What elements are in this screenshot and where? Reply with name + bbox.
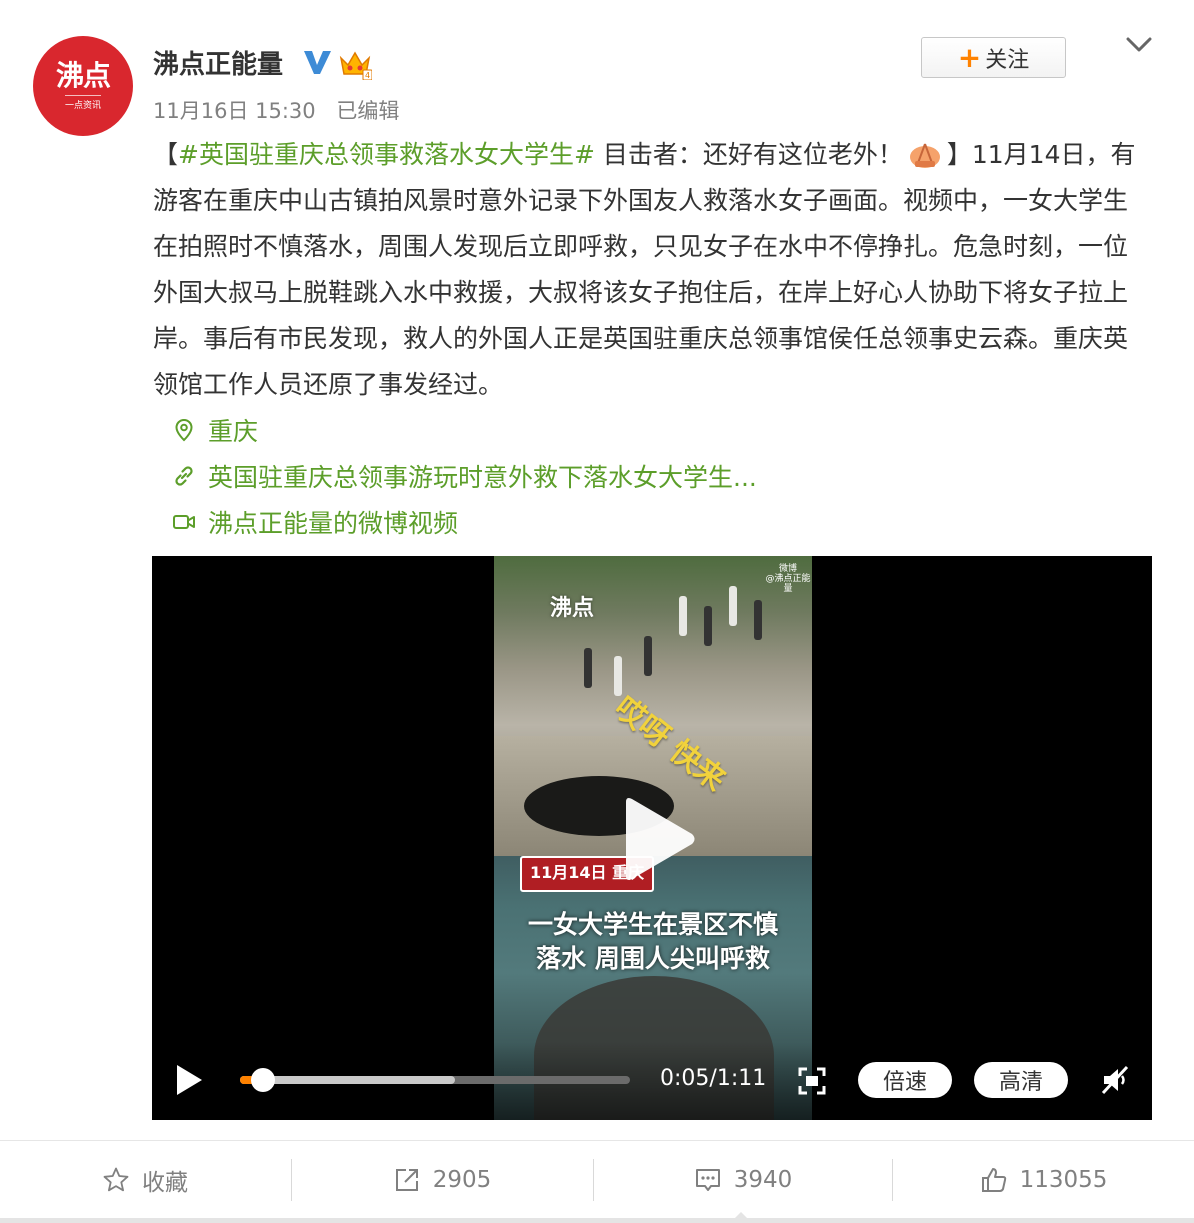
- video-caption-line2: 落水 周围人尖叫呼救: [536, 944, 770, 973]
- avatar-sub-text: 一点资讯: [64, 95, 101, 111]
- pray-hands-emoji: [909, 143, 940, 168]
- avatar[interactable]: 沸点 一点资讯: [33, 36, 133, 136]
- link-chain-icon: [175, 466, 193, 486]
- progress-handle[interactable]: [251, 1068, 276, 1092]
- post-lead: 目击者：还好有这位老外！: [594, 140, 903, 169]
- video-scene-person: [729, 586, 737, 626]
- post-text: 【#英国驻重庆总领事救落水女大学生# 目击者：还好有这位老外！ 】11月14日，有…: [153, 132, 1143, 408]
- verified-v-icon: [304, 51, 331, 74]
- action-bar: 收藏 2905 3940 113055: [0, 1140, 1194, 1223]
- video-scene-person: [754, 600, 762, 640]
- video-camera-icon: [173, 515, 195, 529]
- progress-bar[interactable]: [240, 1068, 630, 1092]
- video-watermark-logo: 沸点: [550, 596, 595, 621]
- like-button[interactable]: 113055: [893, 1141, 1194, 1219]
- follow-plus: +: [957, 40, 982, 74]
- svg-text:4: 4: [365, 71, 370, 80]
- like-count: 113055: [1019, 1167, 1108, 1193]
- hashtag-link[interactable]: #英国驻重庆总领事救落水女大学生#: [178, 140, 595, 169]
- footer-bottom-line: [0, 1218, 1194, 1223]
- article-link[interactable]: 英国驻重庆总领事游玩时意外救下落水女大学生...: [172, 459, 757, 493]
- speed-button[interactable]: 倍速: [858, 1062, 952, 1098]
- video-source-label: 沸点正能量的微博视频: [208, 509, 459, 538]
- author-name[interactable]: 沸点正能量: [153, 44, 283, 81]
- follow-label: 关注: [985, 47, 1030, 73]
- comment-icon: [695, 1169, 720, 1191]
- thumbs-up-icon: [981, 1168, 1006, 1192]
- video-scene-person: [584, 648, 592, 688]
- video-player[interactable]: 沸点 微博 @沸点正能量 哎呀 快来 11月14日 重庆 一女大学生在景区不慎 …: [152, 556, 1152, 1120]
- video-scene-person: [644, 636, 652, 676]
- post-meta: 11月16日 15:30 已编辑: [153, 95, 413, 125]
- edited-label[interactable]: 已编辑: [336, 99, 399, 123]
- comment-count: 3940: [733, 1167, 793, 1193]
- bracket-open: 【: [153, 140, 179, 169]
- location-link[interactable]: 重庆: [172, 413, 258, 447]
- video-caption: 一女大学生在景区不慎 落水 周围人尖叫呼救: [494, 908, 812, 976]
- favorite-label: 收藏: [142, 1170, 188, 1196]
- share-count: 2905: [432, 1167, 492, 1193]
- play-icon[interactable]: [174, 1063, 204, 1097]
- star-icon: [103, 1167, 129, 1192]
- post-time[interactable]: 11月16日 15:30: [153, 99, 316, 123]
- video-scene-person: [704, 606, 712, 646]
- video-controls: 0:05/1:11 倍速 高清: [152, 1042, 1152, 1120]
- follow-button[interactable]: + 关注: [921, 37, 1066, 78]
- weibo-watermark-sub: @沸点正能量: [765, 574, 811, 594]
- share-icon: [395, 1169, 418, 1191]
- post-body: 】11月14日，有游客在重庆中山古镇拍风景时意外记录下外国友人救落水女子画面。视…: [153, 140, 1136, 399]
- video-watermark-weibo: 微博 @沸点正能量: [764, 564, 812, 594]
- play-overlay-icon[interactable]: [618, 796, 698, 882]
- video-scene-person: [614, 656, 622, 696]
- location-pin-icon: [175, 418, 193, 442]
- video-time: 0:05/1:11: [660, 1066, 767, 1091]
- weibo-watermark-title: 微博: [778, 564, 797, 574]
- video-scene-person: [679, 596, 687, 636]
- article-label: 英国驻重庆总领事游玩时意外救下落水女大学生...: [208, 463, 757, 492]
- crown-icon[interactable]: 4: [338, 48, 372, 80]
- quality-button[interactable]: 高清: [974, 1062, 1068, 1098]
- chevron-down-icon[interactable]: [1124, 34, 1154, 56]
- mute-icon[interactable]: [1100, 1064, 1130, 1096]
- video-caption-line1: 一女大学生在景区不慎: [527, 910, 778, 939]
- video-source-link[interactable]: 沸点正能量的微博视频: [172, 505, 458, 539]
- favorite-button[interactable]: 收藏: [0, 1141, 290, 1219]
- weibo-post-card: 沸点 一点资讯 沸点正能量 4 11月16日 15:30 已编辑 + 关注 【#…: [0, 0, 1194, 1223]
- location-label: 重庆: [208, 417, 259, 446]
- share-button[interactable]: 2905: [292, 1141, 592, 1219]
- comment-button[interactable]: 3940: [594, 1141, 892, 1219]
- fullscreen-icon[interactable]: [797, 1066, 827, 1096]
- avatar-logo-text: 沸点: [55, 59, 111, 92]
